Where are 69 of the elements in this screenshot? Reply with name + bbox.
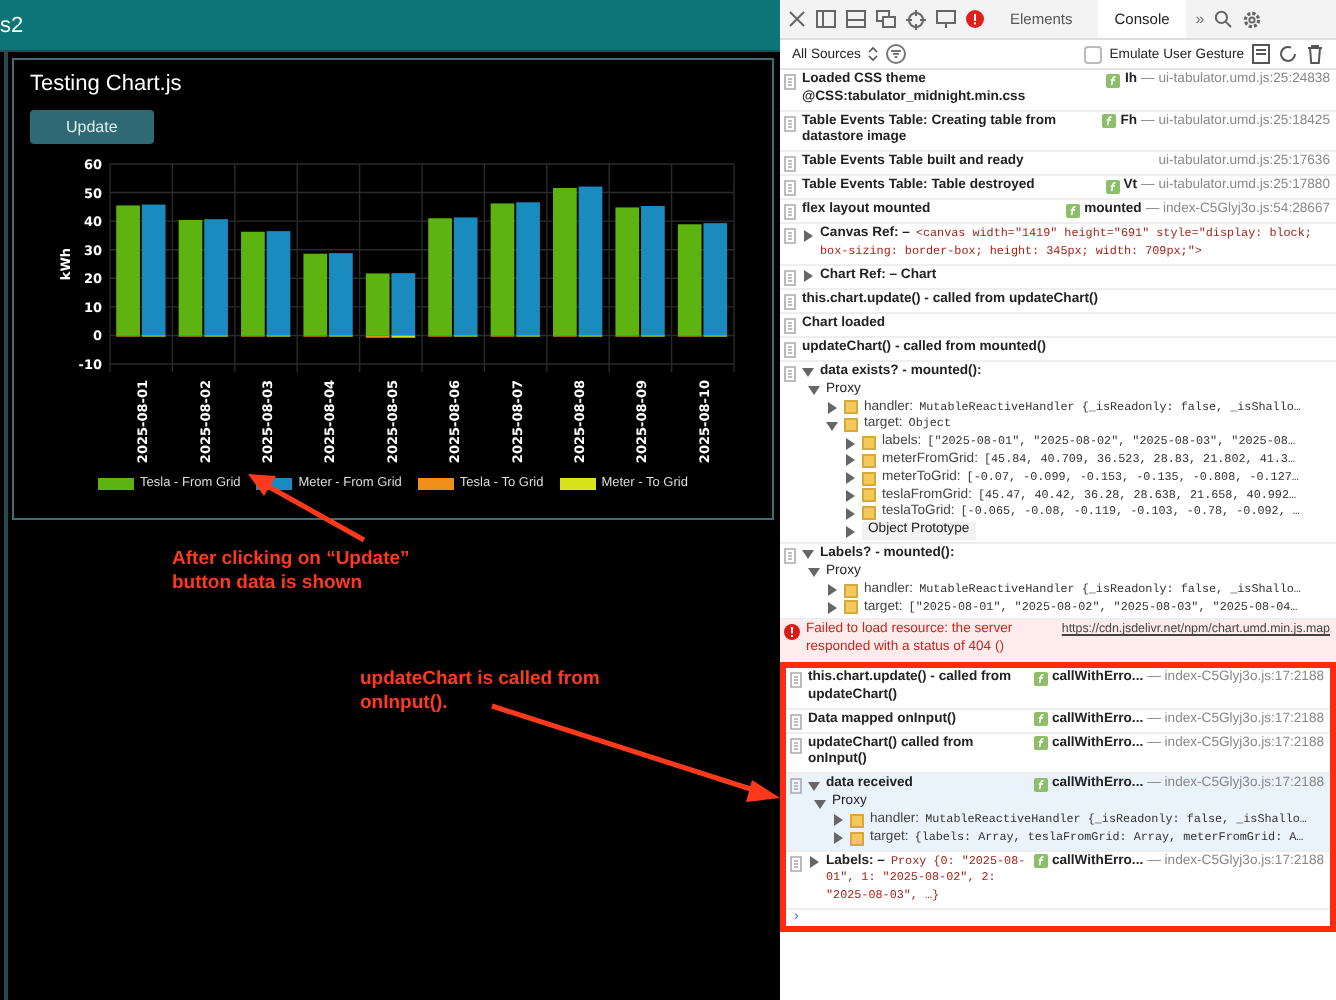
filter-icon[interactable] [886, 44, 907, 64]
bottom-layout-icon[interactable] [846, 10, 866, 28]
reload-icon[interactable] [1278, 44, 1298, 64]
disclosure-triangle-icon[interactable] [844, 489, 856, 502]
disclosure-triangle-icon[interactable] [844, 437, 856, 450]
disclosure-triangle-icon[interactable] [844, 454, 856, 467]
windows-icon[interactable] [876, 10, 896, 28]
card-title: Testing Chart.js [30, 72, 184, 96]
disclosure-triangle-icon[interactable] [808, 856, 820, 869]
disclosure-triangle-icon[interactable] [832, 832, 844, 845]
log-icon [790, 855, 802, 872]
log-icon [784, 228, 796, 245]
disclosure-triangle-icon[interactable] [826, 419, 838, 432]
log-icon [784, 269, 796, 286]
annotation-text: After clicking on “Update” button data is shown [172, 548, 412, 596]
log-icon [784, 293, 796, 310]
disclosure-triangle-icon[interactable] [808, 384, 820, 397]
close-icon[interactable] [788, 10, 806, 28]
error-icon [784, 624, 800, 641]
log-icon [784, 180, 796, 197]
log-icon [790, 671, 802, 688]
checkbox[interactable] [1083, 45, 1102, 63]
log-icon [790, 737, 802, 754]
log-icon [784, 156, 796, 173]
error-indicator-icon[interactable] [966, 10, 984, 28]
disclosure-triangle-icon[interactable] [802, 548, 814, 561]
chevron-up-down-icon [868, 46, 879, 62]
search-icon[interactable] [1214, 10, 1233, 28]
crosshair-icon[interactable] [906, 9, 926, 29]
function-badge-icon [1033, 736, 1048, 751]
disclosure-triangle-icon[interactable] [832, 814, 844, 827]
update-button[interactable]: Update [30, 110, 154, 144]
disclosure-triangle-icon[interactable] [844, 472, 856, 485]
disclosure-triangle-icon[interactable] [802, 229, 814, 242]
annotation-text: updateChart is called from onInput(). [360, 668, 602, 716]
trash-icon[interactable] [1306, 44, 1324, 64]
function-badge-icon [1105, 180, 1120, 195]
function-badge-icon [1033, 778, 1048, 793]
more-tabs-button[interactable]: » [1195, 10, 1205, 28]
disclosure-triangle-icon[interactable] [826, 601, 838, 614]
log-icon [784, 74, 796, 90]
disclosure-triangle-icon[interactable] [826, 584, 838, 597]
function-badge-icon [1033, 671, 1048, 686]
document-icon[interactable] [1252, 44, 1270, 64]
disclosure-triangle-icon[interactable] [802, 270, 814, 283]
function-badge-icon [1033, 712, 1048, 727]
log-icon [784, 317, 796, 334]
log-icon [790, 778, 802, 795]
log-icon [790, 713, 802, 730]
function-badge-icon [1066, 204, 1081, 219]
function-badge-icon [1033, 854, 1048, 869]
log-icon [784, 204, 796, 221]
disclosure-triangle-icon[interactable] [802, 366, 814, 379]
log-icon [784, 115, 796, 132]
disclosure-triangle-icon[interactable] [808, 566, 820, 579]
function-badge-icon [1106, 73, 1121, 88]
settings-icon[interactable] [1242, 9, 1263, 29]
disclosure-triangle-icon[interactable] [826, 401, 838, 414]
monitor-icon[interactable] [936, 10, 956, 28]
sidebar-layout-icon[interactable] [816, 10, 836, 28]
log-icon [784, 341, 796, 358]
log-icon [784, 365, 796, 382]
disclosure-triangle-icon[interactable] [844, 507, 856, 520]
disclosure-triangle-icon[interactable] [814, 797, 826, 810]
header-text: s2 [0, 13, 24, 37]
disclosure-triangle-icon[interactable] [808, 779, 820, 792]
function-badge-icon [1102, 114, 1117, 129]
disclosure-triangle-icon[interactable] [844, 525, 856, 538]
log-icon [784, 547, 796, 564]
